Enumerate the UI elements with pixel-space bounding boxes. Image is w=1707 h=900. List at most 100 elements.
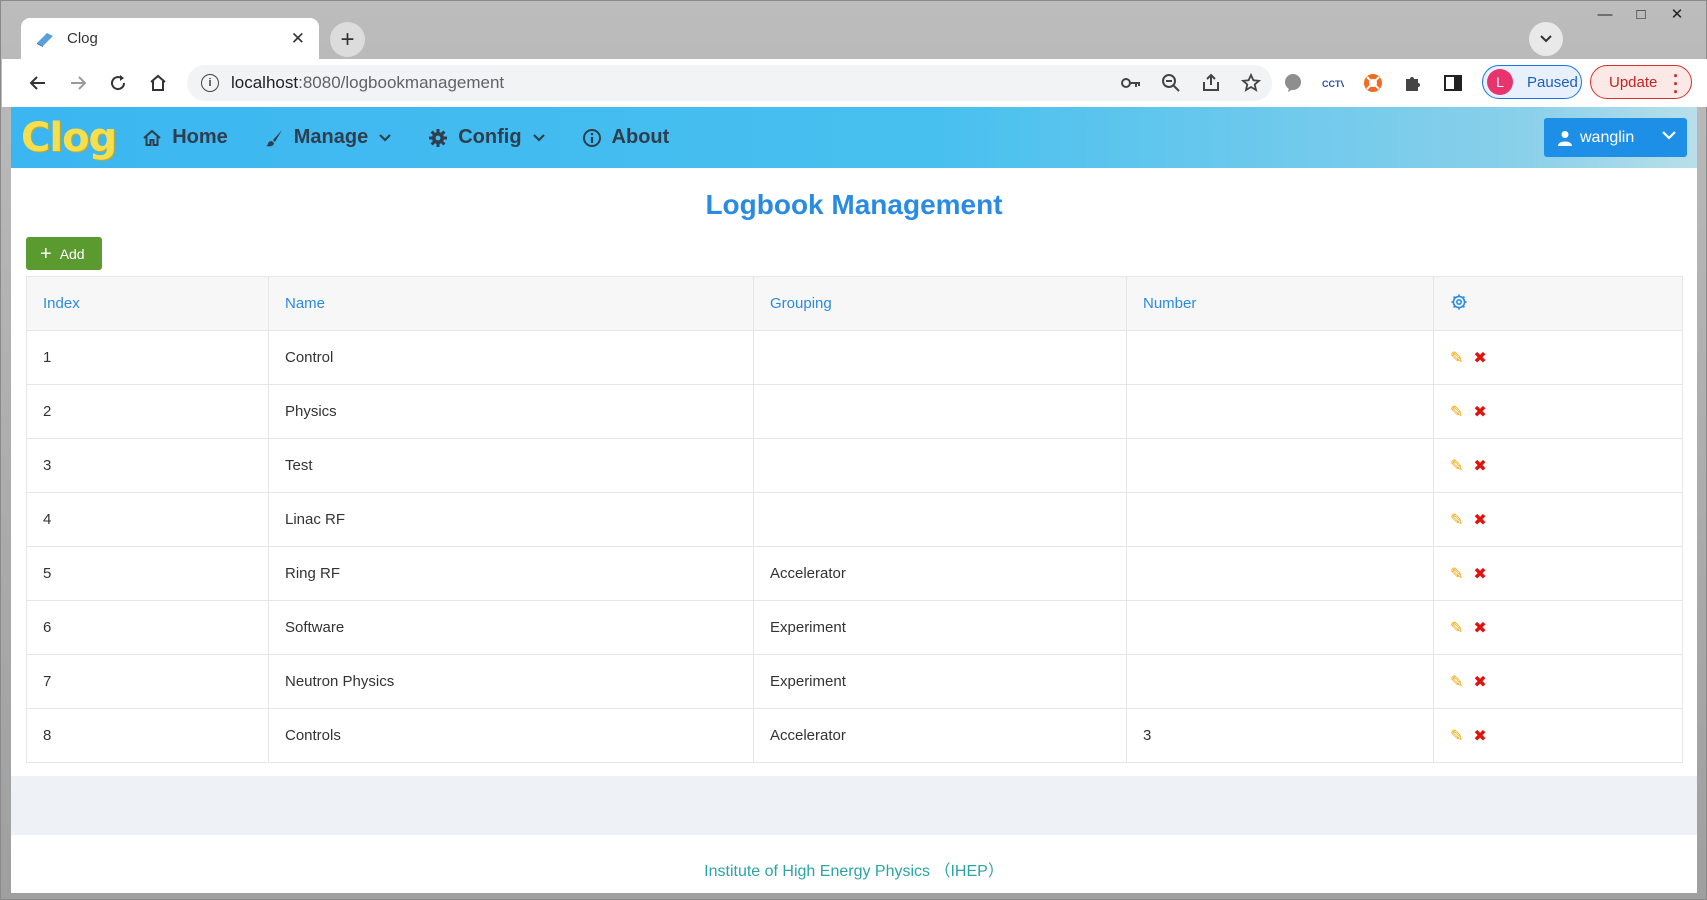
browser-window: — □ ✕ Clog ✕ + i localhost:8080/logbookm… [0,0,1707,900]
pencil-icon[interactable]: ✎ [1450,456,1463,476]
close-window-icon[interactable]: ✕ [1662,3,1692,25]
minimize-icon[interactable]: — [1590,3,1620,25]
cell-name: Physics [268,384,754,439]
chevron-down-icon [379,133,392,142]
plus-icon: + [40,242,52,265]
cell-actions: ✎ ✖ [1433,600,1683,655]
cctv-extension-icon[interactable]: CCTV [1322,72,1344,94]
url-host: localhost [231,73,299,92]
cell-grouping [753,438,1127,493]
pencil-icon[interactable]: ✎ [1450,564,1463,584]
column-header-number[interactable]: Number [1126,276,1434,331]
update-button[interactable]: Update · · · [1590,65,1692,101]
cell-name: Controls [268,708,754,763]
key-icon[interactable] [1120,72,1142,94]
cell-grouping: Experiment [753,654,1127,709]
table-row: 4 Linac RF ✎ ✖ [26,492,1683,547]
address-bar[interactable]: i localhost:8080/logbookmanagement [187,65,1272,101]
info-icon [582,128,601,147]
pencil-icon[interactable]: ✎ [1450,348,1463,368]
cell-grouping [753,492,1127,547]
cell-number: 3 [1126,708,1434,763]
nav-config[interactable]: Config [428,126,545,149]
web-page: Clog Home Manage Config About wanglin Lo… [11,107,1697,893]
delete-icon[interactable]: ✖ [1473,672,1486,692]
pencil-icon[interactable]: ✎ [1450,726,1463,746]
lifebuoy-extension-icon[interactable] [1362,72,1384,94]
column-header-name[interactable]: Name [268,276,754,331]
cell-number [1126,438,1434,493]
forward-button[interactable] [58,63,98,103]
tab-close-icon[interactable]: ✕ [291,29,305,49]
pencil-icon[interactable]: ✎ [1450,618,1463,638]
cell-number [1126,492,1434,547]
footer-band [11,776,1697,835]
share-icon[interactable] [1200,72,1222,94]
brush-icon [265,129,282,146]
chat-extension-icon[interactable] [1282,72,1304,94]
cell-number [1126,330,1434,385]
page-title: Logbook Management [705,189,1003,220]
reload-button[interactable] [98,63,138,103]
profile-status: Paused [1527,73,1578,91]
back-button[interactable] [18,63,58,103]
table-row: 3 Test ✎ ✖ [26,438,1683,493]
gear-icon[interactable] [1450,293,1468,311]
user-menu-button[interactable]: wanglin [1544,118,1687,157]
cell-index: 8 [26,708,269,763]
table-row: 2 Physics ✎ ✖ [26,384,1683,439]
delete-icon[interactable]: ✖ [1473,510,1486,530]
home-button[interactable] [138,63,178,103]
column-header-settings[interactable] [1433,276,1683,331]
side-panel-icon[interactable] [1442,72,1464,94]
puzzle-icon[interactable] [1402,72,1424,94]
user-name: wanglin [1580,128,1635,146]
window-controls: — □ ✕ [1590,3,1692,25]
profile-button[interactable]: L Paused [1482,65,1582,99]
cell-grouping: Experiment [753,600,1127,655]
url-text: localhost:8080/logbookmanagement [231,73,504,93]
delete-icon[interactable]: ✖ [1473,348,1486,368]
delete-icon[interactable]: ✖ [1473,618,1486,638]
pencil-icon[interactable]: ✎ [1450,510,1463,530]
logbook-table: Index Name Grouping Number 1 Control ✎ ✖ 2 Ph… [26,276,1683,763]
app-logo[interactable]: Clog [21,115,117,161]
nav-about[interactable]: About [582,126,669,149]
delete-icon[interactable]: ✖ [1473,456,1486,476]
add-logbook-button[interactable]: + Add [26,237,102,270]
site-info-icon[interactable]: i [201,74,219,92]
cell-index: 3 [26,438,269,493]
table-row: 5 Ring RF Accelerator ✎ ✖ [26,546,1683,601]
pencil-icon[interactable]: ✎ [1450,672,1463,692]
home-icon [143,129,161,146]
pencil-icon[interactable]: ✎ [1450,402,1463,422]
nav-manage-label: Manage [293,126,369,148]
new-tab-button[interactable]: + [330,22,365,57]
book-icon [37,32,53,47]
cell-number [1126,384,1434,439]
tab-search-button[interactable] [1529,22,1563,56]
nav-manage[interactable]: Manage [264,126,392,149]
table-row: 7 Neutron Physics Experiment ✎ ✖ [26,654,1683,709]
column-header-index[interactable]: Index [26,276,269,331]
cell-index: 4 [26,492,269,547]
cell-actions: ✎ ✖ [1433,330,1683,385]
browser-tab[interactable]: Clog ✕ [21,18,319,59]
cell-actions: ✎ ✖ [1433,654,1683,709]
delete-icon[interactable]: ✖ [1473,726,1486,746]
table-row: 1 Control ✎ ✖ [26,330,1683,385]
extension-icons: CCTV [1282,65,1464,101]
cell-name: Linac RF [268,492,754,547]
delete-icon[interactable]: ✖ [1473,564,1486,584]
star-icon[interactable] [1240,72,1262,94]
cell-actions: ✎ ✖ [1433,708,1683,763]
app-navbar: Clog Home Manage Config About wanglin [11,107,1697,168]
cell-actions: ✎ ✖ [1433,438,1683,493]
column-header-grouping[interactable]: Grouping [753,276,1127,331]
zoom-out-icon[interactable] [1160,72,1182,94]
nav-home[interactable]: Home [142,126,228,149]
omnibox-icons [1120,65,1262,101]
maximize-icon[interactable]: □ [1626,3,1656,25]
delete-icon[interactable]: ✖ [1473,402,1486,422]
cell-index: 7 [26,654,269,709]
